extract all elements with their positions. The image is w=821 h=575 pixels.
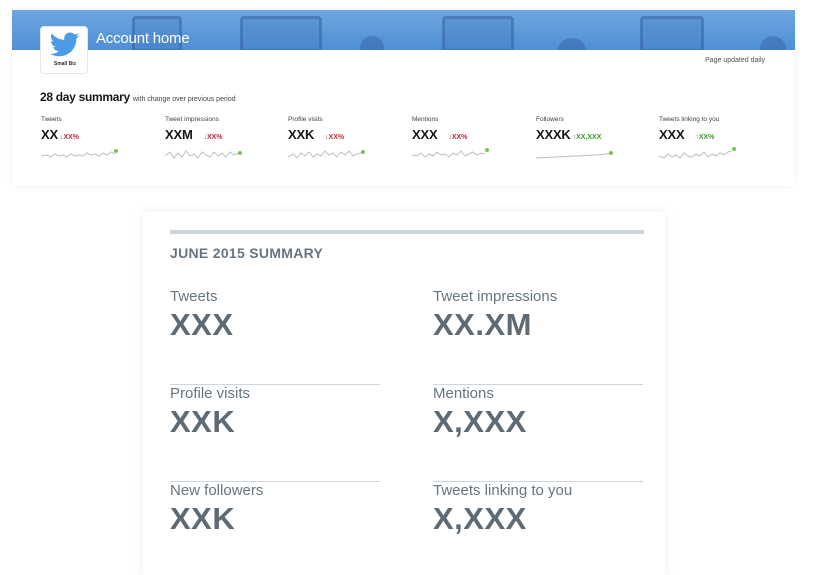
metric-label: Mentions <box>412 116 439 123</box>
summary-value: XX.XM <box>433 307 532 342</box>
summary-value: XXX <box>170 307 234 342</box>
analytics-page: Account home Small Biz Page updated dail… <box>0 0 821 575</box>
summary-cell-mentions: Mentions X,XXX <box>433 385 643 482</box>
metric-value: XXM <box>165 127 193 142</box>
metric-tweets[interactable]: Tweets XX ↓XX% <box>41 116 151 168</box>
sparkline <box>165 150 242 159</box>
summary-cell-profile-visits: Profile visits XXK <box>170 385 380 482</box>
summary-label: Tweet impressions <box>433 288 558 305</box>
sparkline <box>536 151 613 159</box>
metric-tweets-linking[interactable]: Tweets linking to you XXX ↑XX% <box>659 116 769 168</box>
sparkline-dot <box>361 150 365 154</box>
summary-label: Mentions <box>433 385 494 402</box>
metric-change: ↓XX% <box>59 134 80 141</box>
month-summary-title: JUNE 2015 SUMMARY <box>170 245 324 261</box>
summary-28-heading: 28 day summary <box>40 90 130 104</box>
account-home-panel: Account home Small Biz Page updated dail… <box>12 10 795 186</box>
sparkline-dot <box>238 151 242 155</box>
sparkline <box>412 148 489 158</box>
sparkline <box>659 147 736 159</box>
metric-change: ↑XX,XXX <box>572 134 602 141</box>
sparkline-dot <box>114 149 118 153</box>
banner-decoration <box>640 16 704 50</box>
twitter-bird-icon <box>50 32 80 57</box>
metric-profile-visits[interactable]: Profile visits XXK ↓XX% <box>288 116 398 168</box>
metric-change: ↓XX% <box>325 134 345 141</box>
summary-value: X,XXX <box>433 501 527 536</box>
banner-decoration <box>557 38 587 50</box>
page-updated-note: Page updated daily <box>705 57 765 64</box>
banner-decoration <box>240 16 322 50</box>
metric-value: XX <box>41 127 58 142</box>
summary-28-title: 28 day summary with change over previous… <box>40 90 236 104</box>
month-summary-card: JUNE 2015 SUMMARY Tweets XXX Tweet impre… <box>143 212 665 575</box>
metric-label: Profile visits <box>288 116 323 123</box>
metric-tweet-impressions[interactable]: Tweet impressions XXM ↓XX% <box>165 116 275 168</box>
metric-value: XXK <box>288 127 315 142</box>
sparkline <box>41 149 118 158</box>
metric-mentions[interactable]: Mentions XXX ↓XX% <box>412 116 522 168</box>
metric-value: XXXK <box>536 127 571 142</box>
metric-label: Tweets linking to you <box>659 116 720 123</box>
summary-cell-tweets-linking: Tweets linking to you X,XXX <box>433 482 643 575</box>
metric-label: Tweets <box>41 116 62 123</box>
metric-change: ↓XX% <box>203 134 223 141</box>
sparkline-dot <box>732 147 736 151</box>
metric-change: ↓XX% <box>448 134 468 141</box>
banner-decoration <box>760 36 786 50</box>
banner-decoration <box>442 16 514 50</box>
summary-value: XXK <box>170 404 236 439</box>
header-banner: Account home <box>12 10 795 50</box>
metric-value: XXX <box>659 127 685 142</box>
card-top-rule <box>170 230 644 234</box>
metric-label: Followers <box>536 116 564 123</box>
summary-label: New followers <box>170 482 264 499</box>
summary-label: Profile visits <box>170 385 251 402</box>
summary-cell-tweets: Tweets XXX <box>170 288 380 385</box>
summary-28-subtitle: with change over previous period <box>132 96 236 103</box>
page-title: Account home <box>96 30 190 47</box>
summary-cell-new-followers: New followers XXK <box>170 482 380 575</box>
metric-value: XXX <box>412 127 438 142</box>
summary-cell-tweet-impressions: Tweet impressions XX.XM <box>433 288 643 385</box>
metric-change: ↑XX% <box>695 134 715 141</box>
sparkline-dot <box>609 151 613 155</box>
metric-followers[interactable]: Followers XXXK ↑XX,XXX <box>536 116 646 168</box>
banner-decoration <box>360 36 384 50</box>
summary-label: Tweets <box>170 288 218 305</box>
summary-value: X,XXX <box>433 404 527 439</box>
sparkline <box>288 150 365 159</box>
logo-caption: Small Biz <box>53 61 77 67</box>
summary-label: Tweets linking to you <box>433 482 573 499</box>
metric-label: Tweet impressions <box>165 116 219 123</box>
sparkline-dot <box>485 148 489 152</box>
account-logo[interactable]: Small Biz <box>40 26 88 74</box>
summary-value: XXK <box>170 501 236 536</box>
